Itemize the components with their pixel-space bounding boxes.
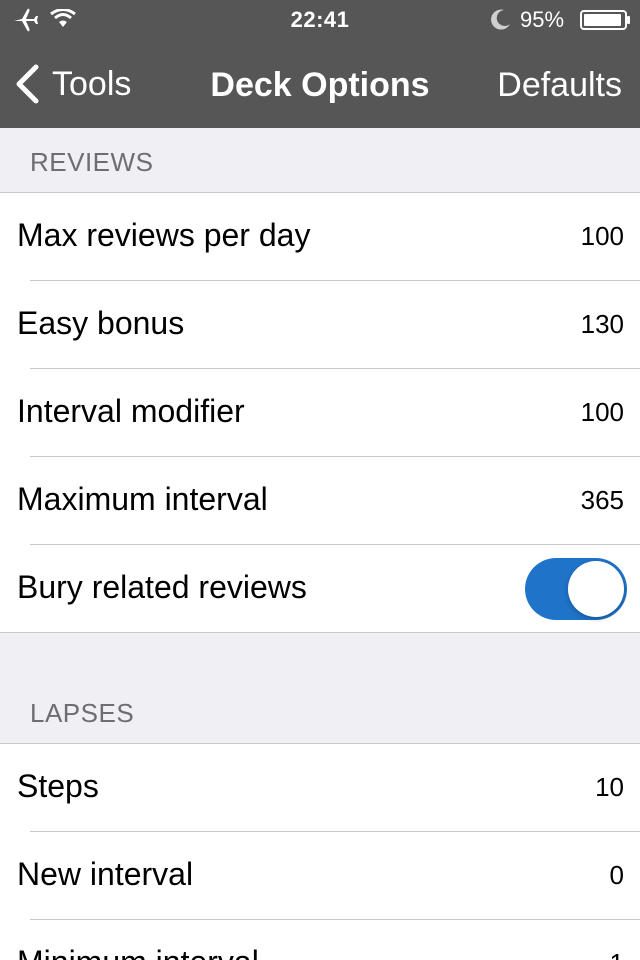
screen: 22:41 95% Tools Deck Options Defaults RE… bbox=[0, 0, 640, 960]
section-header-reviews: REVIEWS bbox=[0, 128, 640, 193]
row-value: 365 bbox=[580, 485, 624, 515]
row-bury-related-reviews: Bury related reviews bbox=[0, 544, 640, 632]
row-label: Maximum interval bbox=[17, 481, 268, 517]
row-steps[interactable]: Steps 10 bbox=[0, 744, 640, 831]
row-value: 130 bbox=[580, 309, 624, 339]
row-new-interval[interactable]: New interval 0 bbox=[0, 831, 640, 919]
row-value: 1 bbox=[610, 948, 624, 960]
defaults-button[interactable]: Defaults bbox=[497, 66, 622, 105]
section-header-label: LAPSES bbox=[30, 698, 135, 728]
row-label: Minimum interval bbox=[17, 944, 259, 960]
row-label: New interval bbox=[17, 856, 194, 892]
status-bar: 22:41 95% bbox=[0, 0, 640, 40]
row-value: 100 bbox=[580, 397, 624, 427]
row-label: Steps bbox=[17, 768, 99, 804]
row-value: 0 bbox=[609, 860, 624, 890]
bury-related-reviews-toggle[interactable] bbox=[525, 558, 627, 620]
toggle-knob bbox=[568, 561, 624, 617]
row-maximum-interval[interactable]: Maximum interval 365 bbox=[0, 456, 640, 544]
battery-icon bbox=[580, 10, 630, 30]
row-easy-bonus[interactable]: Easy bonus 130 bbox=[0, 280, 640, 368]
row-minimum-interval[interactable]: Minimum interval 1 bbox=[0, 919, 640, 960]
moon-icon bbox=[491, 9, 510, 30]
row-value: 10 bbox=[595, 772, 624, 802]
row-value: 100 bbox=[580, 221, 624, 251]
row-label: Interval modifier bbox=[17, 393, 245, 429]
row-label: Bury related reviews bbox=[17, 569, 307, 605]
row-interval-modifier[interactable]: Interval modifier 100 bbox=[0, 368, 640, 456]
settings-list: REVIEWS Max reviews per day 100 Easy bon… bbox=[0, 128, 640, 960]
row-max-reviews-per-day[interactable]: Max reviews per day 100 bbox=[0, 193, 640, 280]
reviews-group: Max reviews per day 100 Easy bonus 130 I… bbox=[0, 193, 640, 633]
navigation-bar: Tools Deck Options Defaults bbox=[0, 40, 640, 128]
row-label: Max reviews per day bbox=[17, 217, 311, 253]
battery-percent: 95% bbox=[520, 7, 565, 32]
section-header-lapses: LAPSES bbox=[0, 633, 640, 744]
section-header-label: REVIEWS bbox=[30, 147, 154, 177]
row-label: Easy bonus bbox=[17, 305, 185, 341]
lapses-group: Steps 10 New interval 0 Minimum interval… bbox=[0, 744, 640, 960]
